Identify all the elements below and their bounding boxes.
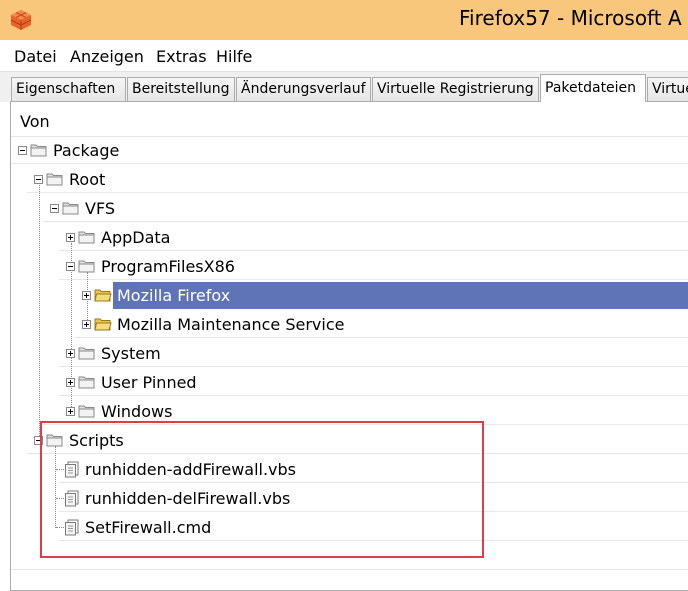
tree-node-root[interactable]: Root [34,168,234,192]
expand-icon[interactable] [66,349,75,358]
tree-node-appdata[interactable]: AppData [66,226,266,250]
tab-virtue[interactable]: Virtue [647,77,688,101]
tab-virtuelle-registrierung[interactable]: Virtuelle Registrierung [372,77,539,101]
row-separator [27,192,688,193]
tab-strip: Eigenschaften Bereitstellung Änderungsve… [0,72,688,102]
row-separator [75,337,688,338]
menu-anzeigen[interactable]: Anzeigen [70,47,144,66]
waffle-cube-icon[interactable] [10,9,32,31]
row-separator [11,569,688,570]
folder-open-icon [94,289,112,302]
tree-node-package[interactable]: Package [18,139,218,163]
expand-icon[interactable] [82,320,91,329]
collapse-icon[interactable] [50,204,59,213]
menu-extras[interactable]: Extras [156,47,207,66]
folder-icon [78,376,95,389]
tree-node-label: AppData [101,228,171,247]
collapse-icon[interactable] [66,262,75,271]
tree-node-label: Package [53,141,120,160]
tree-node-label: VFS [85,199,116,218]
tree-node-mozilla-firefox[interactable]: Mozilla Firefox [82,284,382,308]
column-header-von[interactable]: Von [20,112,50,131]
folder-icon [78,405,95,418]
collapse-icon[interactable] [18,146,27,155]
expand-icon[interactable] [66,233,75,242]
tree-node-programfilesx86[interactable]: ProgramFilesX86 [66,255,316,279]
tree-node-mozilla-maintenance-service[interactable]: Mozilla Maintenance Service [82,313,382,337]
collapse-icon[interactable] [34,175,43,184]
tree-node-label: Root [69,170,106,189]
header-divider [11,136,688,137]
tree-node-label: Mozilla Firefox [117,286,231,305]
expand-icon[interactable] [82,291,91,300]
row-separator [43,221,688,222]
folder-icon [30,144,47,157]
tab-paketdateien[interactable]: Paketdateien [540,74,646,102]
tab-bereitstellung[interactable]: Bereitstellung [127,77,235,101]
tree-connector [39,185,40,440]
menu-bar: Datei Anzeigen Extras Hilfe [0,40,688,72]
tree-node-system[interactable]: System [66,342,266,366]
tree-node-user-pinned[interactable]: User Pinned [66,371,266,395]
folder-icon [46,173,63,186]
tab-eigenschaften[interactable]: Eigenschaften [11,77,126,101]
menu-datei[interactable]: Datei [14,47,57,66]
row-separator [11,163,688,164]
folder-icon [78,231,95,244]
menu-hilfe[interactable]: Hilfe [216,47,252,66]
window-title: Firefox57 - Microsoft A [459,6,682,30]
tree-node-label: System [101,344,161,363]
row-separator [59,366,688,367]
tree-node-label: User Pinned [101,373,197,392]
row-separator [59,279,688,280]
tree-node-vfs[interactable]: VFS [50,197,250,221]
folder-icon [78,347,95,360]
row-separator [59,250,688,251]
tree-node-label: ProgramFilesX86 [101,257,235,276]
tab-aenderungsverlauf[interactable]: Änderungsverlauf [236,77,371,101]
folder-icon [62,202,79,215]
folder-icon [78,260,95,273]
row-separator [59,395,688,396]
expand-icon[interactable] [66,407,75,416]
highlight-box [40,421,484,558]
tree-node-label: Mozilla Maintenance Service [117,315,345,334]
title-bar: Firefox57 - Microsoft A [0,0,688,40]
expand-icon[interactable] [66,378,75,387]
folder-open-icon [94,318,112,331]
